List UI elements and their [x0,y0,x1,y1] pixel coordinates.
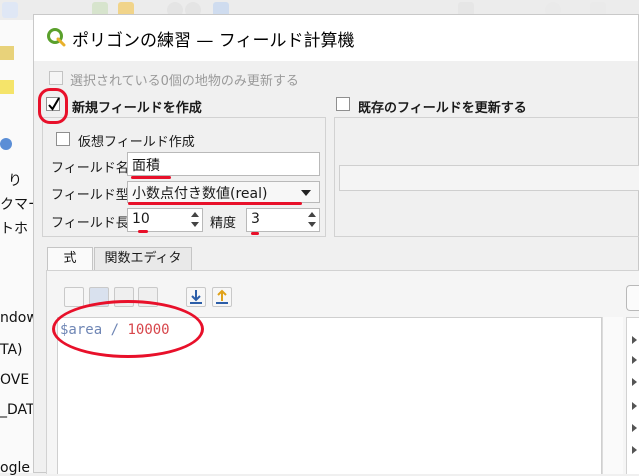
selected-only-label: 選択されている0個の地物のみ更新する [70,74,299,89]
tab-expression[interactable]: 式 [47,247,93,271]
update-existing-checkbox[interactable] [336,97,350,111]
export-icon[interactable] [212,287,232,307]
arrow-down-icon [190,290,202,304]
spin-down-icon[interactable] [191,222,199,227]
sidebar-icon[interactable] [0,80,14,94]
sidebar-text: ogle [0,460,30,476]
annotation-underline-field-name [131,176,171,179]
spin-up-icon[interactable] [191,212,199,217]
help-icon[interactable] [0,138,12,150]
annotation-circle-expression [52,300,204,358]
chevron-right-icon[interactable] [632,424,637,432]
annotation-circle-checkbox [38,88,68,124]
field-name-input[interactable]: 面積 [127,152,320,176]
qgis-logo-icon [47,28,66,47]
layers-panel: り クマー トホ ndow TA) OVE _DAT ogle [0,20,42,476]
chevron-down-icon [301,190,311,196]
sidebar-text: り [8,173,22,189]
check-tool-icon[interactable] [2,2,18,18]
sidebar-text: OVE [0,372,30,388]
title-bar[interactable]: ポリゴンの練習 — フィールド計算機 [34,15,638,61]
chevron-right-icon[interactable] [632,336,637,344]
arrow-up-icon [216,289,228,304]
annotation-mark-precision [251,232,259,235]
spin-up-icon[interactable] [308,212,316,217]
sidebar-icon[interactable] [0,46,14,60]
sidebar-text: _DAT [0,402,35,418]
precision-label: 精度 [210,216,237,231]
precision-value: 3 [251,211,260,227]
chevron-right-icon[interactable] [632,402,637,410]
field-calculator-dialog: ポリゴンの練習 — フィールド計算機 選択されている0個の地物のみ更新する 新規… [33,14,639,474]
selected-only-checkbox[interactable] [49,71,63,85]
new-file-icon[interactable] [64,287,84,307]
sidebar-text: TA) [0,342,23,358]
chevron-right-icon[interactable] [632,446,637,454]
create-new-field-label: 新規フィールドを作成 [72,101,202,116]
spin-down-icon[interactable] [308,222,316,227]
field-length-label: フィールド長 [51,216,129,231]
virtual-field-checkbox[interactable] [56,132,70,146]
function-list[interactable] [626,317,639,474]
annotation-mark-length [138,230,148,233]
field-length-spinbox[interactable]: 10 [127,208,203,232]
search-input[interactable] [626,285,639,311]
annotation-underline-field-type [128,202,302,205]
chevron-right-icon[interactable] [632,378,637,386]
precision-spinbox[interactable]: 3 [246,208,320,232]
field-type-value: 小数点付き数値(real) [132,186,268,202]
sidebar-text: トホ [0,221,28,237]
line-gutter [602,317,623,474]
field-name-label: フィールド名 [51,161,129,176]
existing-field-select[interactable] [339,165,639,191]
dialog-title: ポリゴンの練習 — フィールド計算機 [72,31,355,51]
virtual-field-label: 仮想フィールド作成 [78,135,195,150]
field-type-label: フィールド型 [51,188,129,203]
update-existing-label: 既存のフィールドを更新する [358,101,527,116]
field-type-select[interactable]: 小数点付き数値(real) [127,181,320,203]
field-length-value: 10 [132,211,150,227]
tab-function-editor[interactable]: 関数エディタ [94,247,192,271]
import-icon[interactable] [186,287,206,307]
chevron-right-icon[interactable] [632,356,637,364]
